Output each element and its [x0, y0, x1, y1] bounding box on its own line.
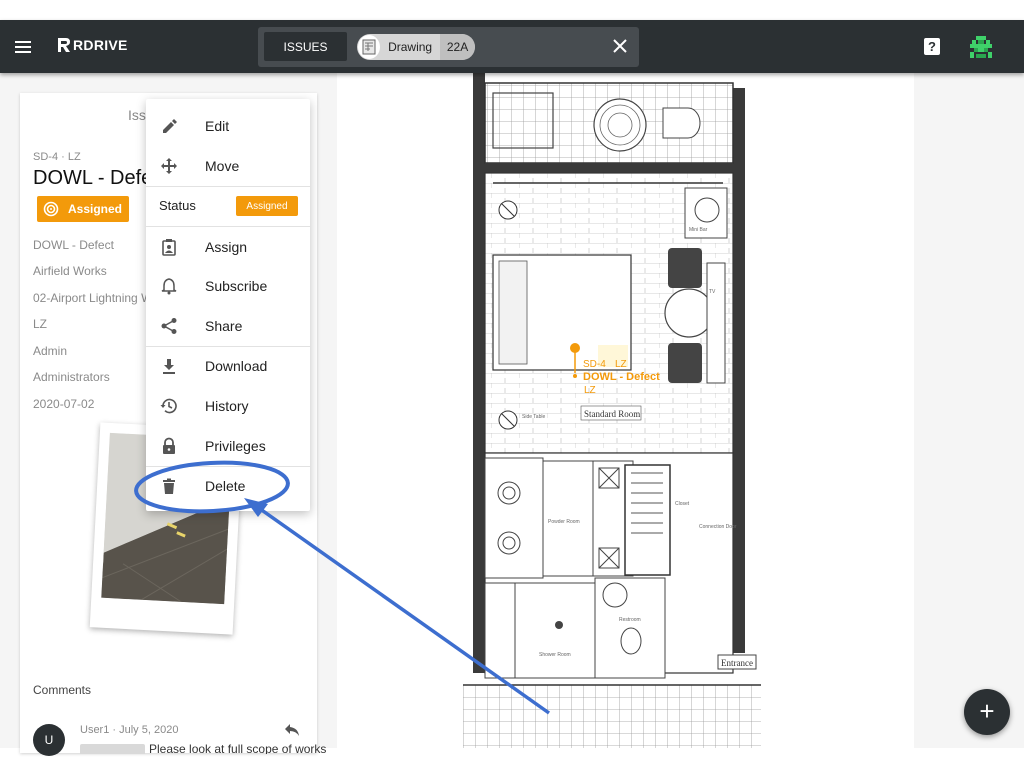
menu-icon[interactable]	[15, 41, 31, 53]
mention-tag	[80, 743, 145, 754]
download-icon	[163, 359, 175, 374]
room-label-side-table: Side Table	[522, 414, 545, 420]
menu-label-privileges: Privileges	[205, 438, 266, 454]
menu-item-privileges[interactable]: Privileges	[146, 426, 310, 466]
menu-item-subscribe[interactable]: Subscribe	[146, 266, 310, 306]
right-panel-background	[914, 73, 1024, 748]
menu-item-delete[interactable]: Delete	[146, 466, 310, 506]
menu-label-assign: Assign	[205, 239, 248, 255]
reply-icon[interactable]	[284, 723, 300, 737]
detail-date: 2020-07-02	[33, 397, 95, 411]
room-label-standard: Standard Room	[584, 409, 640, 419]
close-icon[interactable]	[612, 38, 628, 54]
pencil-icon	[163, 119, 177, 133]
pixel-avatar-icon[interactable]	[968, 34, 994, 60]
menu-status-row: Status Assigned	[146, 187, 310, 225]
detail-zone: LZ	[33, 317, 48, 331]
comment-text: Please look at full scope of works	[80, 742, 326, 754]
room-label-tv: TV	[709, 289, 716, 295]
menu-label-share: Share	[205, 318, 243, 334]
comment-avatar: U	[33, 724, 65, 756]
trash-icon	[163, 478, 175, 494]
room-label-powder: Powder Room	[548, 519, 580, 525]
room-label-shower: Shower Room	[539, 652, 571, 658]
pin-subtitle: LZ	[584, 385, 596, 396]
chip-label: Drawing	[388, 40, 433, 54]
menu-label-edit: Edit	[205, 118, 230, 134]
status-label: Assigned	[68, 202, 123, 216]
help-icon[interactable]: ?	[924, 38, 940, 55]
menu-item-edit[interactable]: Edit	[146, 106, 310, 146]
bell-icon	[161, 278, 177, 295]
plus-icon: +	[979, 696, 995, 726]
brand-name: RDRIVE	[73, 37, 128, 53]
share-icon	[161, 318, 177, 334]
logo-mark-icon	[58, 38, 70, 52]
room-label-entrance: Entrance	[721, 658, 753, 668]
history-icon	[160, 398, 177, 414]
issue-code: SD-4 · LZ	[33, 151, 81, 163]
chip-value: 22A	[440, 34, 475, 60]
room-label-mini-bar: Mini Bar	[689, 227, 708, 233]
drawing-filter-chip[interactable]: Drawing 22A	[357, 34, 475, 60]
move-arrows-icon	[161, 158, 177, 174]
menu-item-share[interactable]: Share	[146, 306, 310, 346]
menu-label-move: Move	[205, 158, 240, 174]
menu-item-assign[interactable]: Assign	[146, 227, 310, 267]
status-target-icon	[43, 201, 59, 217]
issues-button[interactable]: ISSUES	[264, 32, 347, 61]
context-menu: Edit Move Status Assigned Assign Subscri…	[146, 99, 310, 511]
pin-code: SD-4	[583, 359, 606, 370]
floor-plan-drawing[interactable]: Standard Room Side Table Mini Bar TV SD-…	[463, 73, 761, 748]
issues-tab[interactable]: Iss	[128, 107, 146, 123]
filter-bar: ISSUES Drawing 22A	[258, 27, 639, 67]
menu-label-history: History	[205, 398, 249, 414]
comment-body: Please look at full scope of works	[149, 742, 327, 754]
detail-owner: Admin	[33, 344, 68, 358]
clipboard-user-icon	[162, 239, 176, 256]
menu-item-download[interactable]: Download	[146, 346, 310, 386]
detail-group: Administrators	[33, 370, 110, 384]
app-logo[interactable]: RDRIVE	[56, 36, 128, 54]
menu-status-label: Status	[159, 198, 196, 213]
app-root: RDRIVE ISSUES Drawing 22A ? Iss SD-4 · L…	[0, 0, 1024, 768]
pin-title[interactable]: DOWL - Defect	[583, 371, 660, 383]
room-label-connection-door: Connection Door	[699, 524, 737, 530]
comment-meta: User1 · July 5, 2020	[80, 724, 179, 736]
pin-zone: LZ	[615, 359, 627, 370]
menu-status-badge[interactable]: Assigned	[236, 196, 298, 216]
lock-icon	[163, 437, 175, 454]
menu-item-move[interactable]: Move	[146, 146, 310, 186]
top-bar: RDRIVE ISSUES Drawing 22A ?	[0, 20, 1024, 73]
detail-category: DOWL - Defect	[33, 238, 114, 252]
room-label-closet: Closet	[675, 501, 690, 507]
comments-heading: Comments	[33, 683, 92, 697]
drawing-thumbnail-icon	[358, 35, 381, 59]
status-badge[interactable]: Assigned	[37, 196, 129, 222]
menu-item-history[interactable]: History	[146, 386, 310, 426]
menu-label-download: Download	[205, 358, 268, 374]
detail-project: Airfield Works	[33, 264, 107, 278]
room-label-restroom: Restroom	[619, 617, 641, 623]
menu-label-subscribe: Subscribe	[205, 278, 268, 294]
menu-label-delete: Delete	[205, 478, 246, 494]
add-issue-button[interactable]: +	[964, 689, 1010, 735]
